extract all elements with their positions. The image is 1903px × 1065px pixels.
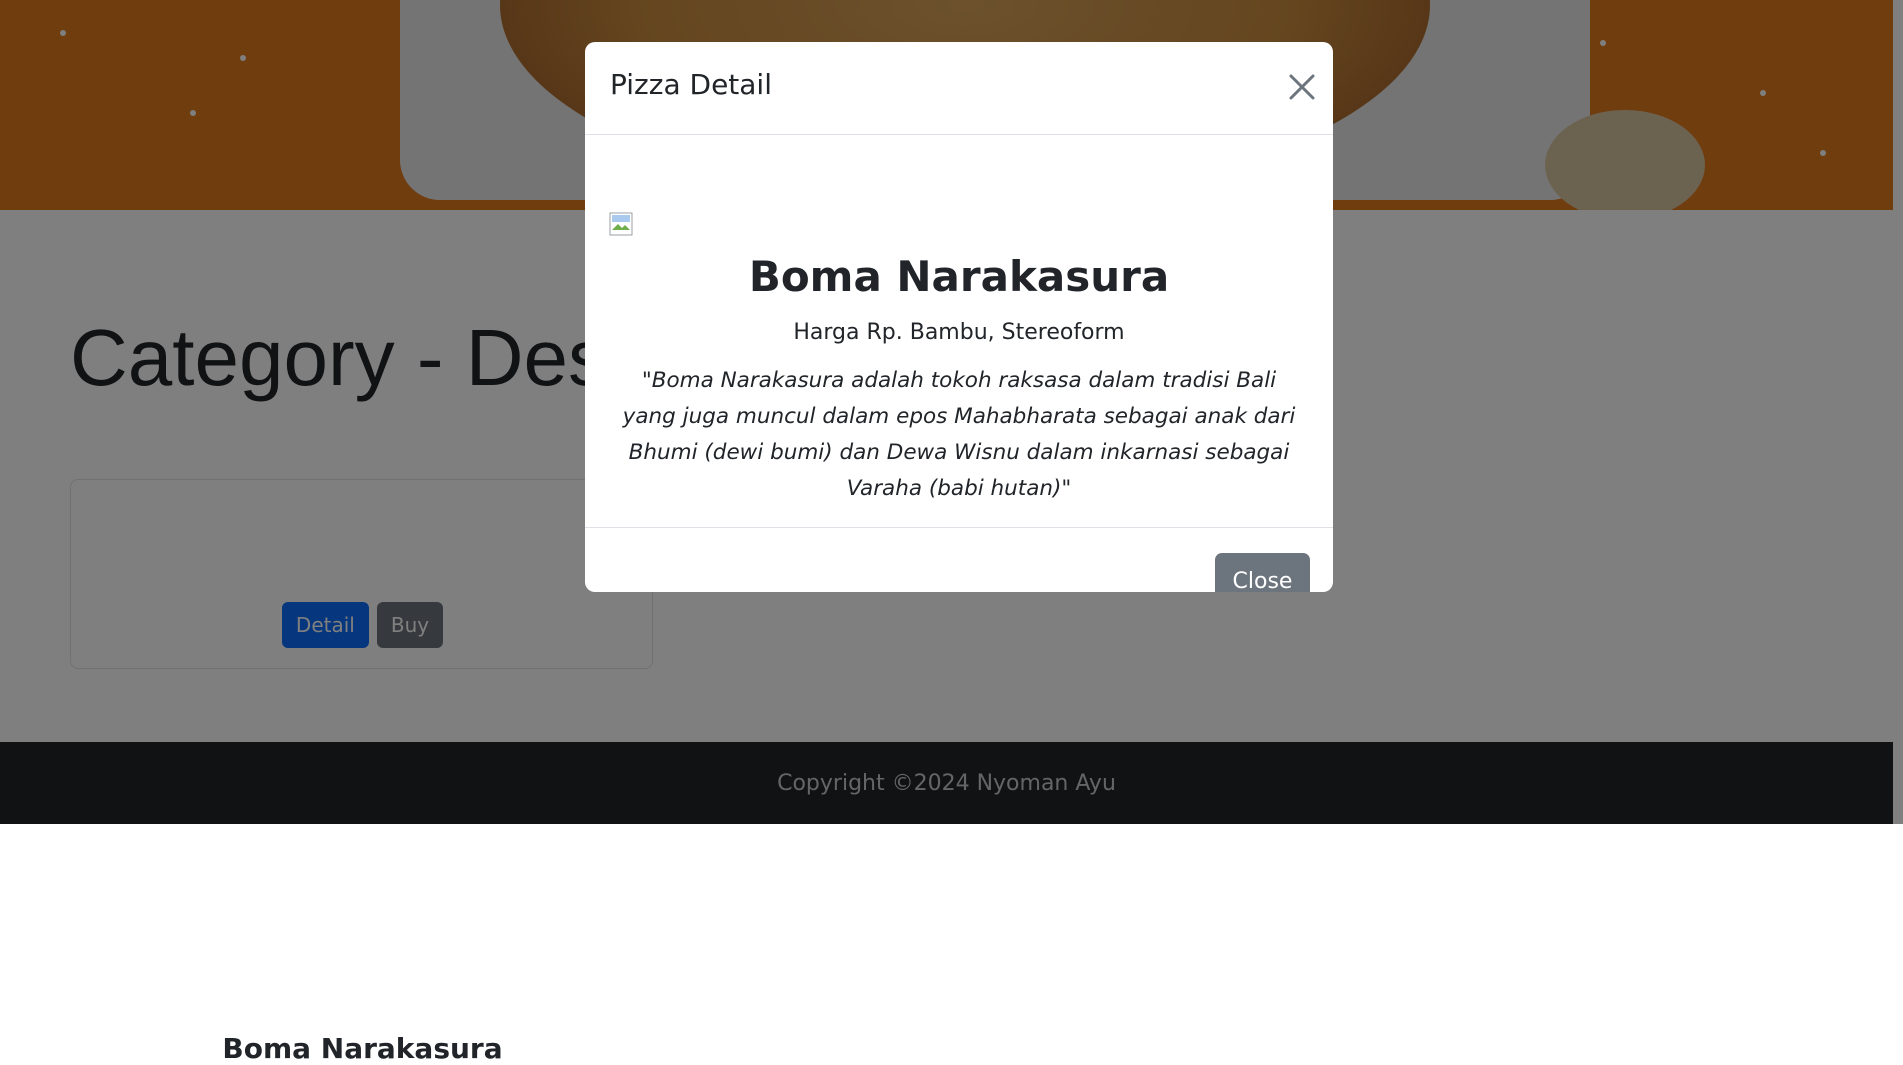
pizza-description: "Boma Narakasura adalah tokoh raksasa da…	[622, 368, 1296, 501]
modal-title: Pizza Detail	[610, 68, 772, 101]
close-button[interactable]: Close	[1215, 553, 1310, 592]
modal-footer: Close	[585, 528, 1333, 592]
pizza-price: Harga Rp. Bambu, Stereoform	[793, 320, 1125, 345]
card-product-name: Boma Narakasura	[222, 1032, 503, 1065]
pizza-detail-modal: Pizza Detail Boma Narakasura Harga Rp. B…	[585, 42, 1333, 592]
broken-image-icon	[609, 212, 633, 236]
modal-body: Boma Narakasura Harga Rp. Bambu, Stereof…	[585, 135, 1333, 528]
pizza-name: Boma Narakasura	[748, 252, 1170, 301]
close-x-icon	[1289, 74, 1315, 100]
modal-header: Pizza Detail	[585, 42, 1333, 135]
modal-close-x-button[interactable]	[1285, 70, 1319, 104]
